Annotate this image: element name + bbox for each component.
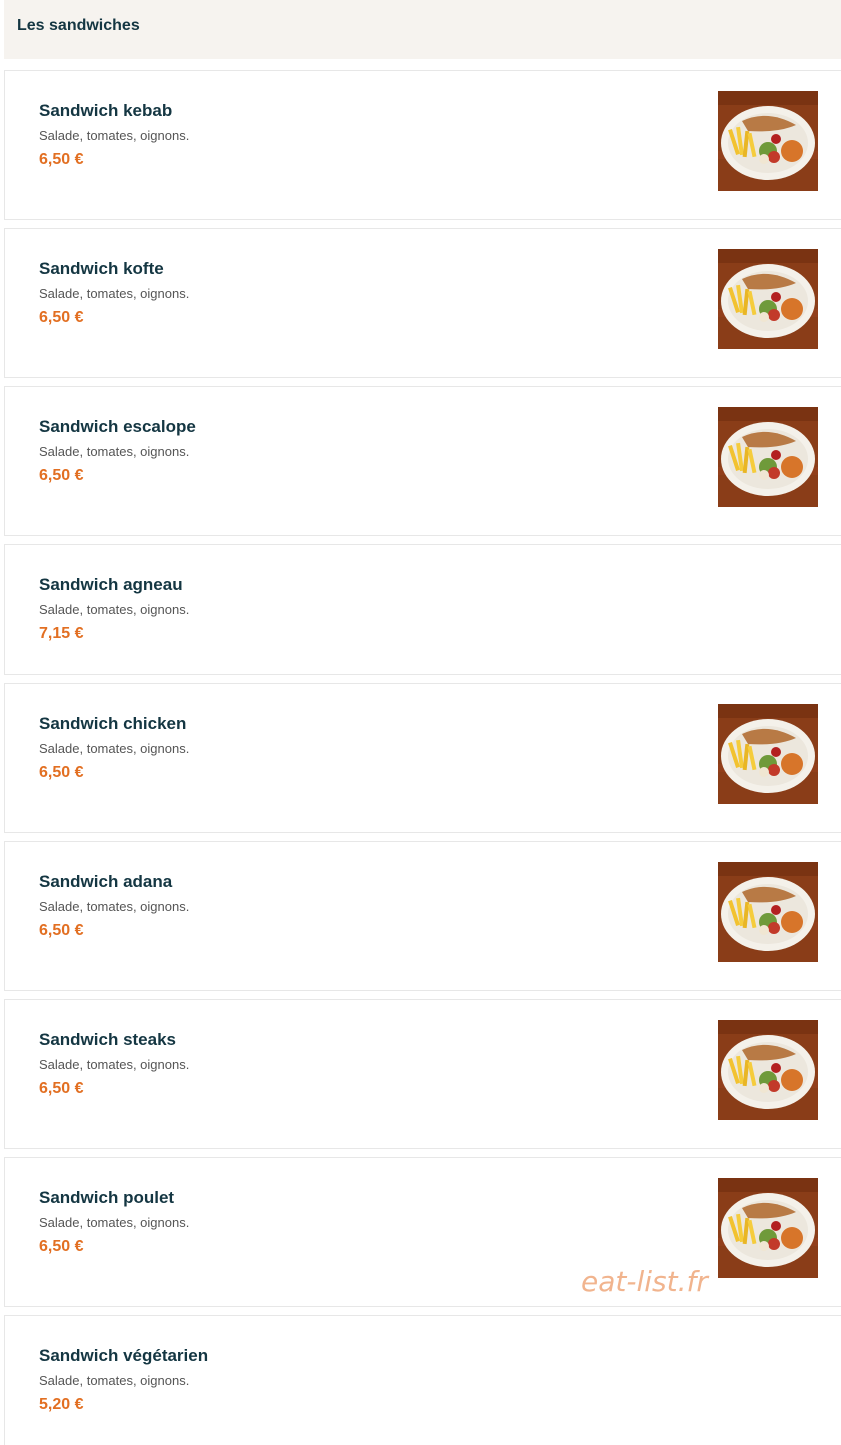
menu-item-card[interactable]: Sandwich steaks Salade, tomates, oignons…	[4, 999, 841, 1149]
menu-item-card[interactable]: Sandwich kebab Salade, tomates, oignons.…	[4, 70, 841, 220]
menu-item-description: Salade, tomates, oignons.	[39, 286, 190, 301]
menu-item-name: Sandwich chicken	[39, 714, 187, 733]
menu-item-name: Sandwich kebab	[39, 101, 173, 120]
menu-item-description: Salade, tomates, oignons.	[39, 1057, 190, 1072]
menu-item-price: 6,50 €	[39, 1080, 84, 1097]
section-header: Les sandwiches	[4, 0, 841, 59]
menu-item-card[interactable]: Sandwich végétarien Salade, tomates, oig…	[4, 1315, 841, 1445]
menu-item-price: 6,50 €	[39, 467, 84, 484]
menu-item-name: Sandwich kofte	[39, 259, 164, 278]
menu-item-description: Salade, tomates, oignons.	[39, 1215, 190, 1230]
menu-item-description: Salade, tomates, oignons.	[39, 899, 190, 914]
section-title: Les sandwiches	[17, 17, 140, 34]
menu-item-description: Salade, tomates, oignons.	[39, 128, 190, 143]
menu-item-name: Sandwich végétarien	[39, 1346, 209, 1365]
menu-item-name: Sandwich agneau	[39, 575, 183, 594]
menu-item-description: Salade, tomates, oignons.	[39, 602, 190, 617]
menu-item-card[interactable]: Sandwich adana Salade, tomates, oignons.…	[4, 841, 841, 991]
menu-item-card[interactable]: Sandwich kofte Salade, tomates, oignons.…	[4, 228, 841, 378]
menu-item-description: Salade, tomates, oignons.	[39, 1373, 190, 1388]
menu-item-price: 6,50 €	[39, 151, 84, 168]
menu-item-price: 6,50 €	[39, 309, 84, 326]
menu-item-name: Sandwich escalope	[39, 417, 196, 436]
menu-item-photo	[718, 91, 818, 191]
watermark: eat-list.fr	[581, 1265, 708, 1298]
menu-item-photo	[718, 862, 818, 962]
menu-item-photo	[718, 407, 818, 507]
menu-item-price: 5,20 €	[39, 1396, 84, 1413]
menu-item-price: 6,50 €	[39, 1238, 84, 1255]
menu-item-card[interactable]: Sandwich chicken Salade, tomates, oignon…	[4, 683, 841, 833]
menu-item-photo	[718, 249, 818, 349]
menu-item-description: Salade, tomates, oignons.	[39, 444, 190, 459]
menu-item-card[interactable]: Sandwich poulet Salade, tomates, oignons…	[4, 1157, 841, 1307]
menu-item-name: Sandwich adana	[39, 872, 173, 891]
menu-item-name: Sandwich steaks	[39, 1030, 177, 1049]
menu-item-card[interactable]: Sandwich agneau Salade, tomates, oignons…	[4, 544, 841, 675]
menu-item-photo	[718, 1020, 818, 1120]
menu-item-card[interactable]: Sandwich escalope Salade, tomates, oigno…	[4, 386, 841, 536]
menu-item-description: Salade, tomates, oignons.	[39, 741, 190, 756]
menu-item-price: 6,50 €	[39, 922, 84, 939]
menu-item-name: Sandwich poulet	[39, 1188, 175, 1207]
menu-item-price: 6,50 €	[39, 764, 84, 781]
menu-item-photo	[718, 704, 818, 804]
menu-item-photo	[718, 1178, 818, 1278]
menu-item-price: 7,15 €	[39, 625, 84, 642]
